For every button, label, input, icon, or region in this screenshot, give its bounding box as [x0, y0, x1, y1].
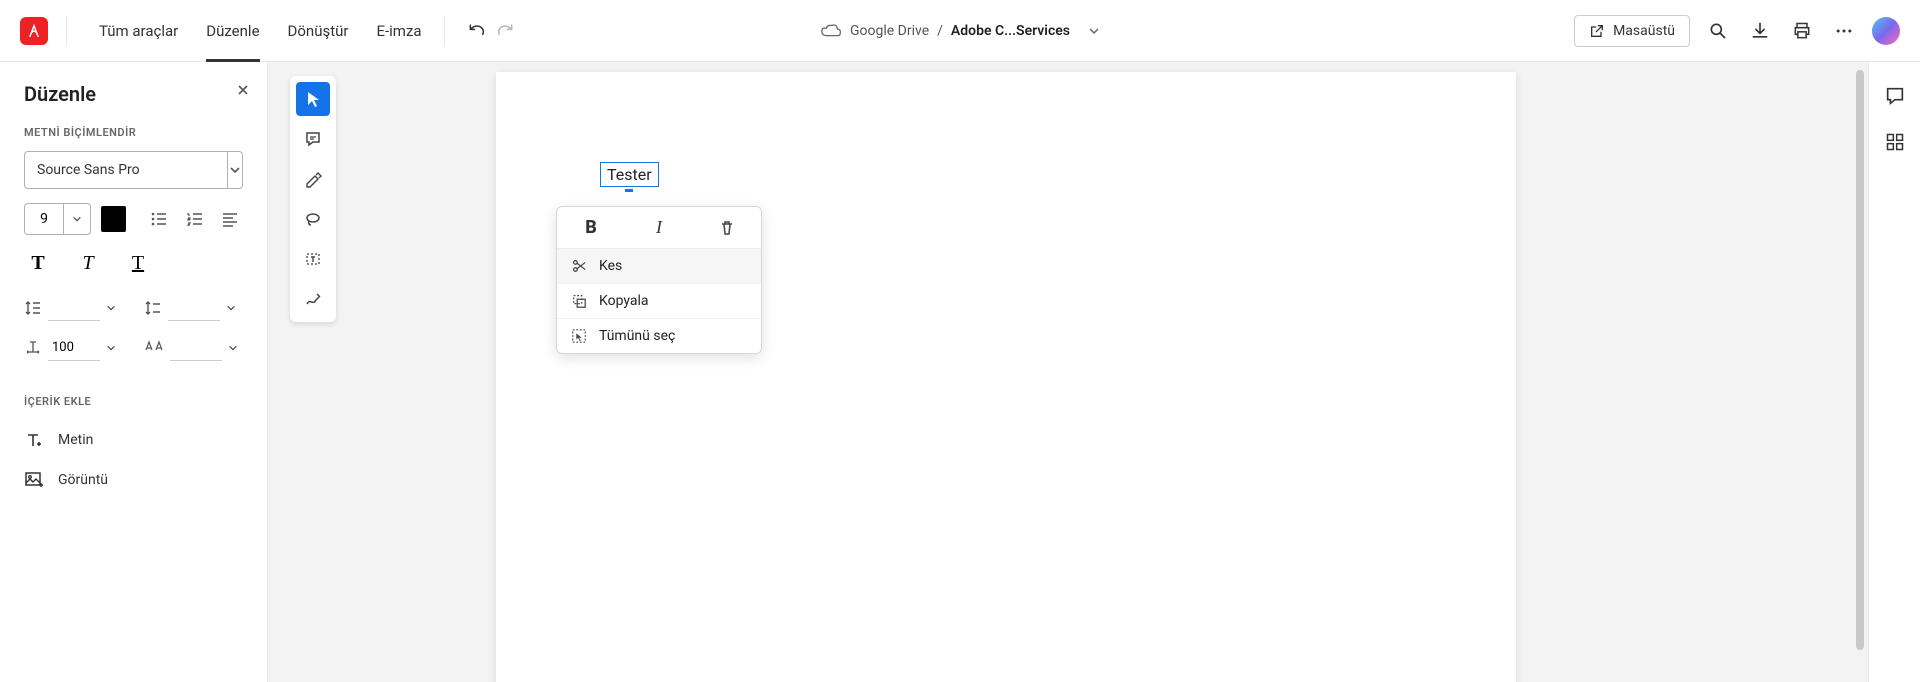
chevron-down-icon[interactable] — [106, 343, 116, 353]
search-button[interactable] — [1704, 17, 1732, 45]
lasso-tool[interactable] — [296, 202, 330, 236]
bullet-list-button[interactable] — [146, 206, 172, 232]
horizontal-scale-icon — [24, 339, 42, 357]
add-text-label: Metin — [58, 432, 93, 448]
scissors-icon — [571, 258, 587, 274]
chevron-down-icon[interactable] — [226, 303, 236, 313]
numbered-list-button[interactable] — [182, 206, 208, 232]
add-text-button[interactable]: Metin — [24, 420, 243, 460]
character-spacing-icon — [144, 339, 164, 357]
panels-button[interactable] — [1881, 128, 1909, 156]
right-rail — [1868, 62, 1920, 682]
highlight-tool[interactable] — [296, 162, 330, 196]
chevron-down-icon[interactable] — [228, 343, 238, 353]
download-button[interactable] — [1746, 17, 1774, 45]
workspace: Düzenle METNİ BİÇİMLENDİR — [0, 62, 1920, 682]
line-spacing-icon — [24, 299, 42, 317]
paragraph-spacing-input[interactable] — [168, 295, 220, 321]
editable-text-box[interactable]: Tester — [600, 162, 659, 187]
topbar: Tüm araçlar Düzenle Dönüştür E-imza Goog… — [0, 0, 1920, 62]
nav-edit[interactable]: Düzenle — [192, 0, 273, 62]
font-size-input[interactable] — [25, 204, 63, 234]
chevron-down-icon[interactable] — [63, 204, 90, 234]
canvas-area: Tester B I Kes Kopyala — [268, 62, 1868, 682]
context-copy-label: Kopyala — [599, 293, 649, 309]
paragraph-spacing-icon — [144, 299, 162, 317]
edit-panel: Düzenle METNİ BİÇİMLENDİR — [0, 62, 268, 682]
context-menu: B I Kes Kopyala Tümünü seç — [556, 206, 762, 354]
divider — [444, 16, 445, 46]
panel-title: Düzenle — [24, 82, 243, 106]
context-cut[interactable]: Kes — [557, 249, 761, 284]
section-format-label: METNİ BİÇİMLENDİR — [24, 126, 243, 139]
line-spacing-input[interactable] — [48, 295, 100, 321]
context-delete-button[interactable] — [693, 207, 761, 248]
cloud-icon — [820, 22, 842, 40]
nav-esign[interactable]: E-imza — [362, 0, 435, 62]
horizontal-scale-input[interactable] — [48, 335, 100, 361]
add-text-icon — [24, 430, 44, 450]
comments-panel-button[interactable] — [1881, 82, 1909, 110]
align-button[interactable] — [217, 206, 243, 232]
italic-button[interactable]: T — [74, 249, 102, 277]
section-content-label: İÇERİK EKLE — [24, 395, 243, 408]
scrollbar-thumb[interactable] — [1856, 70, 1864, 650]
text-box-tool[interactable] — [296, 242, 330, 276]
nav-all-tools[interactable]: Tüm araçlar — [85, 0, 192, 62]
add-image-button[interactable]: Görüntü — [24, 460, 243, 500]
draw-tool[interactable] — [296, 282, 330, 316]
context-select-all-label: Tümünü seç — [599, 328, 675, 344]
more-menu-button[interactable] — [1830, 17, 1858, 45]
context-bold-button[interactable]: B — [557, 207, 625, 248]
chevron-down-icon[interactable] — [227, 152, 242, 188]
chevron-down-icon[interactable] — [1088, 25, 1100, 37]
undo-button[interactable] — [463, 17, 491, 45]
font-family-input[interactable] — [25, 152, 227, 188]
character-spacing-input[interactable] — [170, 335, 222, 361]
chevron-down-icon[interactable] — [106, 303, 116, 313]
nav-convert[interactable]: Dönüştür — [274, 0, 363, 62]
select-all-icon — [571, 328, 587, 344]
font-family-select[interactable] — [24, 151, 243, 189]
avatar[interactable] — [1872, 17, 1900, 45]
open-desktop-button[interactable]: Masaüstü — [1574, 15, 1690, 47]
redo-button[interactable] — [491, 17, 519, 45]
add-image-icon — [24, 470, 44, 490]
divider — [66, 16, 67, 46]
bold-button[interactable]: T — [24, 249, 52, 277]
print-button[interactable] — [1788, 17, 1816, 45]
context-italic-button[interactable]: I — [625, 207, 693, 248]
breadcrumb: Google Drive / Adobe C...Services — [820, 22, 1100, 40]
copy-icon — [571, 293, 587, 309]
breadcrumb-source[interactable]: Google Drive — [850, 23, 929, 39]
tool-rail — [290, 76, 336, 322]
breadcrumb-file[interactable]: Adobe C...Services — [951, 23, 1070, 39]
document-page[interactable]: Tester B I Kes Kopyala — [496, 72, 1516, 682]
underline-button[interactable]: T — [124, 249, 152, 277]
vertical-scrollbar[interactable] — [1852, 62, 1868, 682]
close-panel-button[interactable] — [237, 84, 249, 96]
comment-tool[interactable] — [296, 122, 330, 156]
select-tool[interactable] — [296, 82, 330, 116]
desktop-label: Masaüstü — [1613, 23, 1675, 39]
add-image-label: Görüntü — [58, 472, 108, 488]
context-select-all[interactable]: Tümünü seç — [557, 319, 761, 353]
context-cut-label: Kes — [599, 258, 622, 274]
font-size-select[interactable] — [24, 203, 91, 235]
acrobat-logo-icon — [20, 17, 48, 45]
context-copy[interactable]: Kopyala — [557, 284, 761, 319]
text-color-swatch[interactable] — [101, 206, 127, 232]
